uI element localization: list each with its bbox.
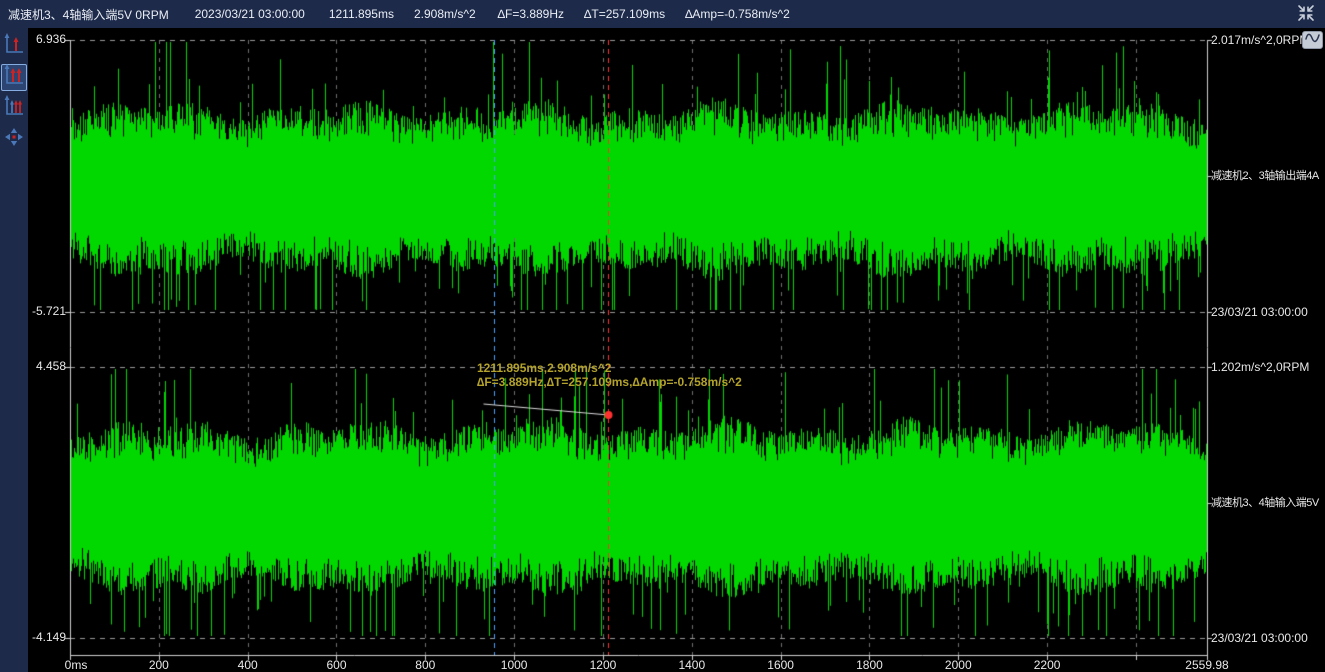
x-axis-tick-label: 400 (213, 659, 283, 672)
toolbar-sidebar (0, 28, 28, 672)
vibration-analyzer-window: 减速机3、4轴输入端5V 0RPM 2023/03/21 03:00:00 12… (0, 0, 1325, 672)
cursor-annotation-line2: ∆F=3.889Hz,∆T=257.109ms,∆Amp=-0.758m/s^2 (477, 375, 742, 389)
x-axis-tick-label: 2000 (923, 659, 993, 672)
collapse-arrows-icon (1296, 3, 1316, 26)
collapse-window-button[interactable] (1295, 3, 1317, 25)
pan-tool-button[interactable] (1, 126, 27, 153)
header-bar: 减速机3、4轴输入端5V 0RPM 2023/03/21 03:00:00 12… (0, 0, 1325, 28)
right-amplitude-rpm-label: 2.017m/s^2,0RPM (1211, 34, 1309, 47)
x-axis-tick-label: 200 (124, 659, 194, 672)
x-axis-tick-label: 2200 (1012, 659, 1082, 672)
header-delta-frequency: ∆F=3.889Hz (498, 7, 564, 21)
waveform-plot-area[interactable]: 6.936 -5.721 2.017m/s^2,0RPM 减速机2、3轴输出端4A 23… (28, 28, 1325, 672)
header-delta-amplitude: ∆Amp=-0.758m/s^2 (685, 7, 790, 21)
waveform-canvas[interactable] (28, 28, 1325, 672)
y-axis-min-label: -5.721 (28, 305, 66, 318)
single-trace-view-button[interactable] (1, 33, 27, 60)
dual-trace-icon (3, 63, 25, 92)
right-amplitude-rpm-label: 1.202m/s^2,0RPM (1211, 361, 1309, 374)
y-axis-min-label: -4.149 (28, 631, 66, 644)
single-trace-icon (3, 32, 25, 61)
y-axis-max-label: 6.936 (28, 33, 66, 46)
right-timestamp-label: 23/03/21 03:00:00 (1211, 632, 1308, 645)
dual-trace-view-button[interactable] (1, 64, 27, 91)
header-channel-label: 减速机3、4轴输入端5V 0RPM (8, 6, 169, 23)
sine-wave-icon (1304, 31, 1321, 50)
header-cursor-time: 1211.895ms (329, 7, 394, 21)
y-axis-max-label: 4.458 (28, 360, 66, 373)
header-cursor-amplitude: 2.908m/s^2 (414, 7, 476, 21)
x-axis-tick-label: 600 (301, 659, 371, 672)
x-axis-end-label: 2559.98 (1172, 659, 1242, 672)
pan-move-icon (3, 125, 25, 154)
x-axis-tick-label: 1800 (834, 659, 904, 672)
triple-trace-icon (3, 94, 25, 123)
cursor-annotation: 1211.895ms,2.908m/s^2 ∆F=3.889Hz,∆T=257.… (477, 361, 742, 389)
x-axis-tick-label: 1400 (657, 659, 727, 672)
x-axis-tick-label: 0ms (41, 659, 111, 672)
x-axis-tick-label: 1600 (746, 659, 816, 672)
header-delta-time: ∆T=257.109ms (584, 7, 665, 21)
x-axis-tick-label: 1200 (568, 659, 638, 672)
waveform-display-button[interactable] (1302, 31, 1323, 49)
triple-trace-view-button[interactable] (1, 95, 27, 122)
right-channel-name-label: 减速机2、3轴输出端4A (1211, 170, 1319, 183)
right-timestamp-label: 23/03/21 03:00:00 (1211, 306, 1308, 319)
header-datetime: 2023/03/21 03:00:00 (195, 7, 305, 21)
x-axis-tick-label: 1000 (479, 659, 549, 672)
cursor-annotation-line1: 1211.895ms,2.908m/s^2 (477, 361, 742, 375)
x-axis-tick-label: 800 (390, 659, 460, 672)
right-channel-name-label: 减速机3、4轴输入端5V (1211, 497, 1319, 510)
